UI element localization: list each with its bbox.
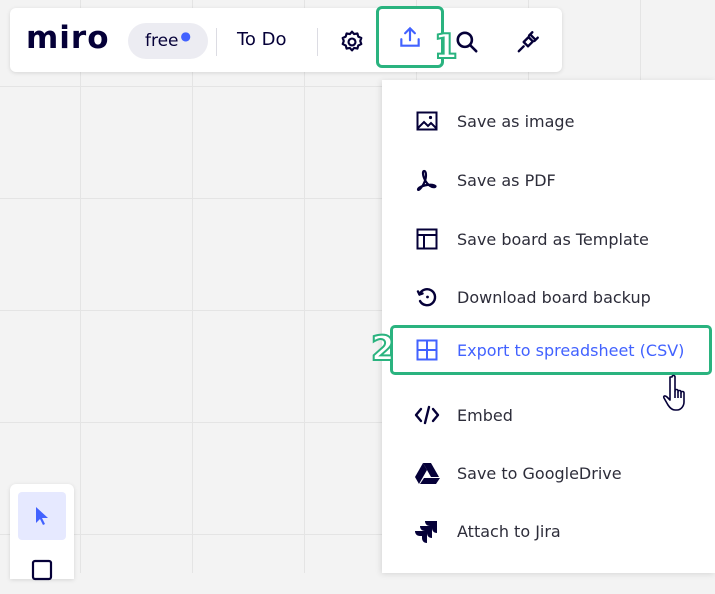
top-toolbar: miro free ● To Do 1: [10, 6, 562, 72]
menu-item-label: Save as image: [457, 111, 575, 131]
settings-button[interactable]: [332, 22, 372, 62]
hand-cursor-icon: [662, 373, 696, 417]
board-name[interactable]: To Do: [237, 29, 287, 50]
menu-item-attach-jira[interactable]: Attach to Jira: [382, 502, 715, 560]
pointer-icon: [36, 507, 48, 525]
toolbar-divider: [317, 28, 318, 56]
menu-item-label: Save board as Template: [457, 229, 649, 249]
upload-icon: [400, 26, 420, 47]
google-drive-icon: [414, 460, 440, 486]
code-icon: [414, 402, 440, 428]
select-tool[interactable]: [18, 492, 66, 540]
menu-item-download-backup[interactable]: Download board backup: [382, 268, 715, 326]
plug-icon: [517, 31, 539, 53]
toolbar-divider: [216, 28, 217, 56]
plugins-button[interactable]: [508, 22, 548, 62]
menu-item-save-as-pdf[interactable]: Save as PDF: [382, 151, 715, 209]
left-toolbar: [10, 484, 74, 581]
frame-tool[interactable]: [18, 546, 66, 594]
menu-item-save-as-image[interactable]: Save as image: [382, 92, 715, 150]
template-icon: [414, 226, 440, 252]
plan-dot-icon: ●: [180, 29, 191, 43]
step-2-marker: 2: [370, 329, 396, 369]
plan-badge[interactable]: free ●: [128, 23, 208, 59]
miro-logo[interactable]: miro: [26, 22, 110, 54]
menu-item-label: Embed: [457, 405, 513, 425]
menu-item-label: Attach to Jira: [457, 521, 561, 541]
backup-icon: [414, 284, 440, 310]
grid-icon: [414, 337, 440, 363]
image-icon: [414, 108, 440, 134]
menu-item-label: Save to GoogleDrive: [457, 463, 622, 483]
menu-item-export-csv[interactable]: Export to spreadsheet (CSV): [390, 325, 712, 375]
export-menu: Save as image Save as PDF Save board as …: [382, 80, 715, 573]
frame-icon: [31, 559, 53, 581]
plan-badge-label: free: [144, 31, 179, 51]
gear-icon: [341, 30, 363, 52]
jira-icon: [414, 518, 440, 544]
search-button[interactable]: [447, 22, 487, 62]
menu-item-save-google-drive[interactable]: Save to GoogleDrive: [382, 444, 715, 502]
menu-item-label: Download board backup: [457, 287, 651, 307]
menu-item-label: Export to spreadsheet (CSV): [457, 340, 685, 360]
menu-item-save-as-template[interactable]: Save board as Template: [382, 210, 715, 268]
search-icon: [456, 31, 478, 53]
pdf-icon: [414, 167, 440, 193]
menu-item-label: Save as PDF: [457, 170, 556, 190]
